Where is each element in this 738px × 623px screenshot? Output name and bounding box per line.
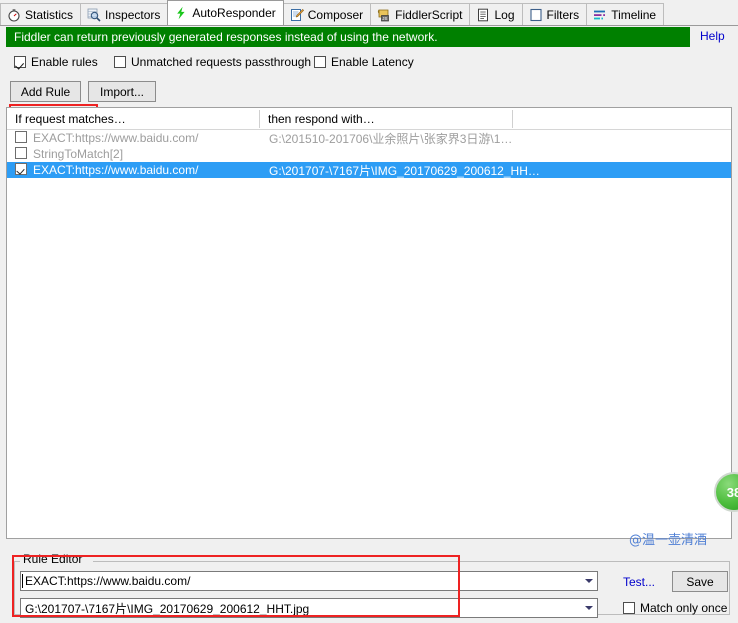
- test-link[interactable]: Test...: [623, 575, 655, 589]
- match-rule-value[interactable]: EXACT:https://www.baidu.com/: [21, 574, 580, 588]
- enable-rules-option[interactable]: Enable rules: [14, 55, 98, 69]
- rule-editor-title: Rule Editor: [20, 553, 85, 565]
- match-only-once-label: Match only once: [640, 601, 727, 615]
- column-divider-2[interactable]: [512, 110, 513, 128]
- tab-fiddlerscript[interactable]: JS FiddlerScript: [370, 3, 470, 25]
- table-row[interactable]: EXACT:https://www.baidu.com/ G:\201707-\…: [7, 162, 731, 178]
- enable-latency-label: Enable Latency: [331, 55, 414, 69]
- tab-label: Timeline: [611, 9, 656, 21]
- unmatched-passthrough-checkbox[interactable]: [114, 56, 126, 68]
- add-rule-button[interactable]: Add Rule: [10, 81, 81, 102]
- rule-match-text: EXACT:https://www.baidu.com/: [33, 131, 198, 145]
- rule-editor-section: Rule Editor EXACT:https://www.baidu.com/…: [6, 553, 732, 617]
- js-scroll-icon: JS: [377, 8, 391, 22]
- tab-label: FiddlerScript: [395, 9, 462, 21]
- tab-filters[interactable]: Filters: [522, 3, 588, 25]
- rule-enabled-checkbox[interactable]: [15, 163, 27, 175]
- chevron-down-icon[interactable]: [580, 572, 597, 590]
- text-caret: [22, 574, 23, 588]
- match-only-once-checkbox[interactable]: [623, 602, 635, 614]
- lightning-bolt-icon: [174, 6, 188, 20]
- match-only-once-option[interactable]: Match only once: [623, 601, 727, 615]
- magnifier-icon: [87, 8, 101, 22]
- tab-statistics[interactable]: Statistics: [0, 3, 81, 25]
- respond-action-combobox[interactable]: G:\201707-\7167片\IMG_20170629_200612_HHT…: [20, 598, 598, 618]
- rule-list-header: If request matches… then respond with…: [7, 108, 731, 130]
- tab-label: Filters: [547, 9, 580, 21]
- info-banner: Fiddler can return previously generated …: [6, 27, 690, 47]
- enable-rules-checkbox[interactable]: [14, 56, 26, 68]
- main-tab-strip: Statistics Inspectors Aut: [0, 0, 738, 26]
- unmatched-passthrough-option[interactable]: Unmatched requests passthrough: [114, 55, 311, 69]
- chevron-down-icon[interactable]: [580, 599, 597, 617]
- stopwatch-icon: [7, 8, 21, 22]
- enable-rules-label: Enable rules: [31, 55, 98, 69]
- document-lines-icon: [476, 8, 490, 22]
- rule-respond-text: G:\201510-201706\业余照片\张家界3日游\1…: [269, 130, 512, 147]
- info-banner-text: Fiddler can return previously generated …: [14, 30, 438, 44]
- match-rule-combobox[interactable]: EXACT:https://www.baidu.com/: [20, 571, 598, 591]
- help-link[interactable]: Help: [700, 29, 725, 43]
- rule-respond-text: G:\201707-\7167片\IMG_20170629_200612_HH…: [269, 162, 540, 179]
- rule-list-rows: EXACT:https://www.baidu.com/ G:\201510-2…: [7, 130, 731, 178]
- svg-text:JS: JS: [382, 16, 387, 21]
- respond-action-value[interactable]: G:\201707-\7167片\IMG_20170629_200612_HHT…: [21, 600, 580, 617]
- rule-enabled-checkbox[interactable]: [15, 131, 27, 143]
- unmatched-passthrough-label: Unmatched requests passthrough: [131, 55, 311, 69]
- tab-log[interactable]: Log: [469, 3, 522, 25]
- enable-latency-option[interactable]: Enable Latency: [314, 55, 414, 69]
- table-row[interactable]: StringToMatch[2]: [7, 146, 731, 162]
- column-header-match[interactable]: If request matches…: [7, 108, 259, 130]
- tab-label: Statistics: [25, 9, 73, 21]
- timeline-bars-icon: [593, 8, 607, 22]
- tab-autoresponder[interactable]: AutoResponder: [167, 0, 283, 25]
- tab-label: AutoResponder: [192, 7, 275, 19]
- enable-latency-checkbox[interactable]: [314, 56, 326, 68]
- tab-label: Inspectors: [105, 9, 160, 21]
- import-button[interactable]: Import...: [88, 81, 156, 102]
- tab-composer[interactable]: Composer: [283, 3, 371, 25]
- rule-enabled-checkbox[interactable]: [15, 147, 27, 159]
- watermark-text: @温一壶清酒: [629, 529, 707, 548]
- empty-square-icon: [529, 8, 543, 22]
- notepad-pencil-icon: [290, 8, 304, 22]
- rule-match-text: StringToMatch[2]: [33, 147, 123, 161]
- table-row[interactable]: EXACT:https://www.baidu.com/ G:\201510-2…: [7, 130, 731, 146]
- tab-label: Composer: [308, 9, 363, 21]
- fiddler-autoresponder-window: Statistics Inspectors Aut: [0, 0, 738, 623]
- tab-inspectors[interactable]: Inspectors: [80, 3, 168, 25]
- tab-timeline[interactable]: Timeline: [586, 3, 664, 25]
- options-row: Enable rules Unmatched requests passthro…: [0, 52, 738, 74]
- rule-match-text: EXACT:https://www.baidu.com/: [33, 163, 198, 177]
- rule-list-panel[interactable]: If request matches… then respond with… E…: [6, 107, 732, 539]
- save-button[interactable]: Save: [672, 571, 728, 592]
- column-header-respond[interactable]: then respond with…: [260, 108, 512, 130]
- tab-label: Log: [494, 9, 514, 21]
